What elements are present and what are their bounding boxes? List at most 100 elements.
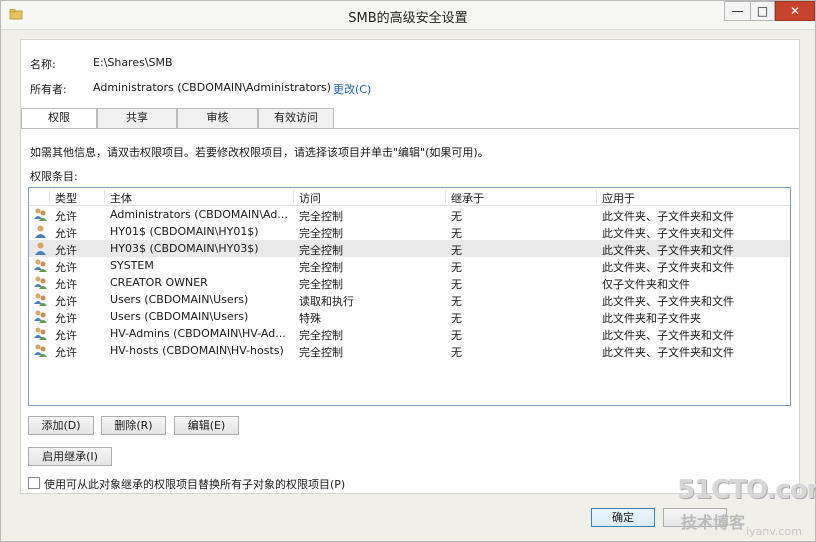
cell-inherited-from: 无 <box>451 210 462 223</box>
cell-access: 完全控制 <box>299 278 343 291</box>
cell-access: 完全控制 <box>299 244 343 257</box>
tab-auditing[interactable]: 审核 <box>177 108 258 128</box>
title-bar[interactable]: SMB的高级安全设置 — □ ✕ <box>1 1 815 30</box>
table-header: 类型 主体 访问 继承于 应用于 <box>29 188 790 206</box>
cell-type: 允许 <box>55 210 77 223</box>
cell-inherited-from: 无 <box>451 295 462 308</box>
cell-applies-to: 此文件夹、子文件夹和文件 <box>602 329 734 342</box>
owner-value: Administrators (CBDOMAIN\Administrators) <box>93 81 332 94</box>
dialog-window: SMB的高级安全设置 — □ ✕ 名称: E:\Shares\SMB 所有者: … <box>0 0 816 542</box>
permission-entries-label: 权限条目: <box>30 170 78 183</box>
watermark-tagline: 技术博客 <box>681 513 746 532</box>
cell-type: 允许 <box>55 261 77 274</box>
cell-inherited-from: 无 <box>451 244 462 257</box>
cell-applies-to: 此文件夹、子文件夹和文件 <box>602 244 734 257</box>
permission-entries-table[interactable]: 类型 主体 访问 继承于 应用于 允许 Administrators (CBDOM… <box>28 187 791 406</box>
cell-inherited-from: 无 <box>451 346 462 359</box>
column-header-inherited-from[interactable]: 继承于 <box>445 190 484 205</box>
table-row[interactable]: 允许 Administrators (CBDOMAIN\Ad... 完全控制 无 此文件… <box>29 206 790 223</box>
group-icon <box>34 327 47 340</box>
group-icon <box>34 259 47 272</box>
cell-type: 允许 <box>55 346 77 359</box>
group-icon <box>34 310 47 323</box>
cell-applies-to: 仅子文件夹和文件 <box>602 278 690 291</box>
cell-principal: Administrators (CBDOMAIN\Ad... <box>110 208 288 221</box>
tab-divider <box>21 128 799 129</box>
maximize-button[interactable]: □ <box>750 1 775 21</box>
group-icon <box>34 208 47 221</box>
group-icon <box>34 293 47 306</box>
ok-button[interactable]: 确定 <box>591 508 655 527</box>
cell-principal: HY01$ (CBDOMAIN\HY01$) <box>110 225 259 238</box>
cell-type: 允许 <box>55 329 77 342</box>
cell-applies-to: 此文件夹、子文件夹和文件 <box>602 261 734 274</box>
info-text: 如需其他信息，请双击权限项目。若要修改权限项目，请选择该项目并单击"编辑"(如果… <box>30 146 489 159</box>
window-title: SMB的高级安全设置 <box>348 11 468 26</box>
table-row[interactable]: 允许 Users (CBDOMAIN\Users) 特殊 无 此文件夹和子文件夹 <box>29 308 790 325</box>
group-icon <box>34 344 47 357</box>
cell-access: 完全控制 <box>299 329 343 342</box>
tab-effective-access[interactable]: 有效访问 <box>258 108 334 128</box>
table-row[interactable]: 允许 CREATOR OWNER 完全控制 无 仅子文件夹和文件 <box>29 274 790 291</box>
replace-child-permissions-label: 使用可从此对象继承的权限项目替换所有子对象的权限项目(P) <box>44 478 346 491</box>
user-icon <box>35 225 46 238</box>
column-header-type[interactable]: 类型 <box>49 190 77 205</box>
cell-type: 允许 <box>55 278 77 291</box>
cell-inherited-from: 无 <box>451 278 462 291</box>
cell-inherited-from: 无 <box>451 312 462 325</box>
cell-inherited-from: 无 <box>451 261 462 274</box>
column-header-applies-to[interactable]: 应用于 <box>596 190 635 205</box>
column-header-access[interactable]: 访问 <box>293 190 321 205</box>
cell-access: 读取和执行 <box>299 295 354 308</box>
owner-label: 所有者: <box>30 83 67 96</box>
cell-access: 完全控制 <box>299 261 343 274</box>
tab-strip: 权限 共享 审核 有效访问 <box>21 108 799 129</box>
minimize-button[interactable]: — <box>724 1 751 21</box>
column-header-principal[interactable]: 主体 <box>104 190 132 205</box>
table-row[interactable]: 允许 HV-Admins (CBDOMAIN\HV-Ad... 完全控制 无 此文件夹、… <box>29 325 790 342</box>
cell-principal: Users (CBDOMAIN\Users) <box>110 310 249 323</box>
cell-principal: HV-Admins (CBDOMAIN\HV-Ad... <box>110 327 286 340</box>
cell-applies-to: 此文件夹、子文件夹和文件 <box>602 227 734 240</box>
watermark-logo: 51CTO.com <box>677 475 816 505</box>
change-owner-link[interactable]: 更改(C) <box>333 81 371 97</box>
tab-permissions[interactable]: 权限 <box>21 108 97 129</box>
cell-type: 允许 <box>55 227 77 240</box>
edit-button[interactable]: 编辑(E) <box>174 416 239 435</box>
cell-access: 完全控制 <box>299 346 343 359</box>
name-label: 名称: <box>30 58 56 71</box>
cell-type: 允许 <box>55 312 77 325</box>
cell-principal: HY03$ (CBDOMAIN\HY03$) <box>110 242 259 255</box>
table-row[interactable]: 允许 HY01$ (CBDOMAIN\HY01$) 完全控制 无 此文件夹、子文件夹和文… <box>29 223 790 240</box>
cell-access: 特殊 <box>299 312 321 325</box>
table-row[interactable]: 允许 Users (CBDOMAIN\Users) 读取和执行 无 此文件夹、子文件夹和… <box>29 291 790 308</box>
user-icon <box>35 242 46 255</box>
name-value: E:\Shares\SMB <box>93 56 173 69</box>
cell-type: 允许 <box>55 244 77 257</box>
cell-access: 完全控制 <box>299 227 343 240</box>
content-panel: 名称: E:\Shares\SMB 所有者: Administrators (C… <box>20 39 800 494</box>
cell-inherited-from: 无 <box>451 329 462 342</box>
add-button[interactable]: 添加(D) <box>28 416 94 435</box>
cell-access: 完全控制 <box>299 210 343 223</box>
table-row[interactable]: 允许 HY03$ (CBDOMAIN\HY03$) 完全控制 无 此文件夹、子文件夹和文… <box>29 240 790 257</box>
cell-inherited-from: 无 <box>451 227 462 240</box>
table-row[interactable]: 允许 SYSTEM 完全控制 无 此文件夹、子文件夹和文件 <box>29 257 790 274</box>
close-button[interactable]: ✕ <box>775 1 815 21</box>
cell-principal: Users (CBDOMAIN\Users) <box>110 293 249 306</box>
group-icon <box>34 276 47 289</box>
cell-principal: CREATOR OWNER <box>110 276 208 289</box>
remove-button[interactable]: 删除(R) <box>101 416 166 435</box>
cell-type: 允许 <box>55 295 77 308</box>
cell-applies-to: 此文件夹、子文件夹和文件 <box>602 210 734 223</box>
cell-principal: SYSTEM <box>110 259 154 272</box>
tab-share[interactable]: 共享 <box>97 108 177 128</box>
table-row[interactable]: 允许 HV-hosts (CBDOMAIN\HV-hosts) 完全控制 无 此文件夹、… <box>29 342 790 359</box>
cell-applies-to: 此文件夹和子文件夹 <box>602 312 701 325</box>
replace-child-permissions-checkbox[interactable] <box>28 477 40 489</box>
cell-applies-to: 此文件夹、子文件夹和文件 <box>602 346 734 359</box>
watermark-site: iyanv.com <box>746 525 802 538</box>
enable-inheritance-button[interactable]: 启用继承(I) <box>28 447 112 466</box>
cell-applies-to: 此文件夹、子文件夹和文件 <box>602 295 734 308</box>
cell-principal: HV-hosts (CBDOMAIN\HV-hosts) <box>110 344 284 357</box>
